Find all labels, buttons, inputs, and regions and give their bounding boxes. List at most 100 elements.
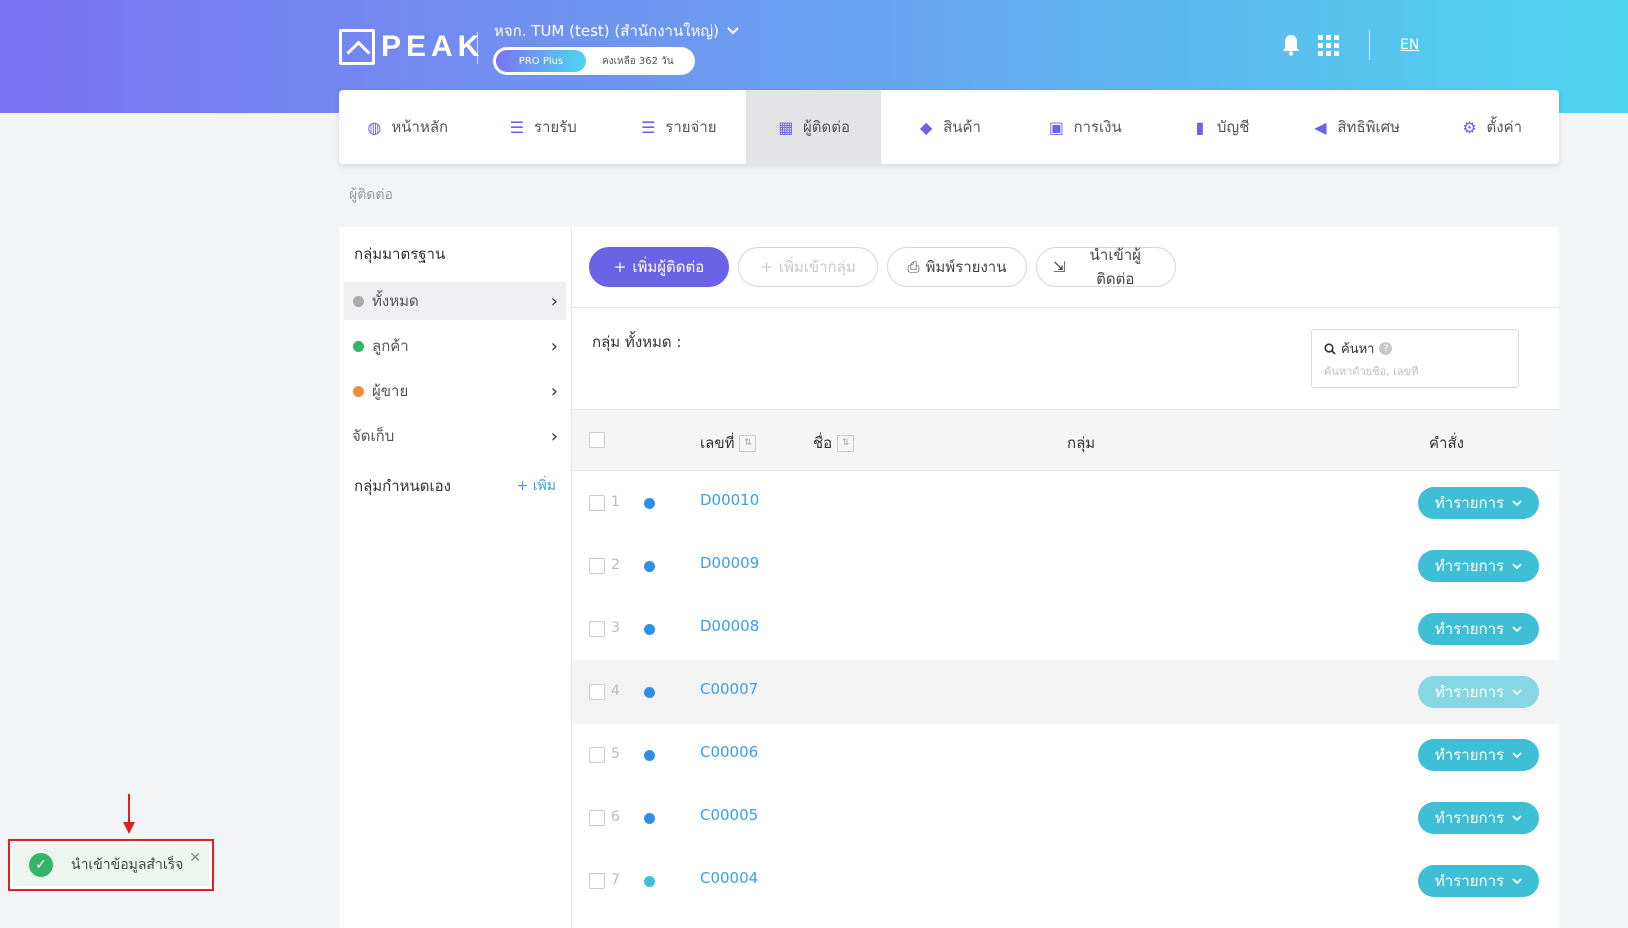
contact-code-link[interactable]: D00009 (700, 554, 759, 572)
nav-item-settings[interactable]: ⚙ ตั้งค่า (1424, 90, 1560, 164)
select-all-checkbox[interactable] (589, 432, 605, 448)
row-action-button[interactable]: ทำรายการ (1418, 739, 1539, 771)
table-row[interactable]: 6 C00005 ทำรายการ (572, 786, 1559, 850)
nav-item-accounting[interactable]: ▮ บัญชี (1152, 90, 1288, 164)
chevron-down-icon (1512, 562, 1522, 569)
table-row[interactable]: 3 D00008 ทำรายการ (572, 597, 1559, 661)
contact-code-link[interactable]: D00008 (700, 617, 759, 635)
chevron-down-icon (1512, 625, 1522, 632)
row-checkbox[interactable] (589, 810, 605, 826)
status-dot (644, 876, 655, 887)
row-checkbox[interactable] (589, 558, 605, 574)
box-icon: ◆ (919, 117, 933, 137)
row-number: 3 (611, 620, 620, 636)
sidebar-item-customers[interactable]: ลูกค้า › (344, 327, 566, 365)
plan-name: PRO Plus (496, 50, 586, 72)
search-title: ค้นหา ? (1324, 338, 1506, 359)
row-action-button[interactable]: ทำรายการ (1418, 613, 1539, 645)
apps-grid-icon[interactable] (1318, 34, 1339, 56)
column-group: กลุ่ม (1067, 434, 1096, 452)
nav-item-home[interactable]: ◍ หน้าหลัก (339, 90, 475, 164)
contact-code-link[interactable]: C00004 (700, 869, 758, 887)
add-contact-button[interactable]: + เพิ่มผู้ติดต่อ (589, 247, 729, 287)
status-dot (644, 813, 655, 824)
contacts-panel: กลุ่มมาตรฐาน ทั้งหมด › ลูกค้า › ผู้ขาย ›… (339, 227, 1559, 928)
row-action-button[interactable]: ทำรายการ (1418, 550, 1539, 582)
status-dot (644, 624, 655, 635)
row-number: 2 (611, 557, 620, 573)
company-selector[interactable]: หจก. TUM (test) (สำนักงานใหญ่) (494, 19, 739, 43)
chevron-down-icon (1512, 688, 1522, 695)
help-icon[interactable]: ? (1379, 342, 1393, 355)
close-icon[interactable]: ✕ (189, 850, 201, 866)
import-contacts-button[interactable]: ⇲ นำเข้าผู้ติดต่อ (1036, 246, 1176, 288)
sidebar-item-vendors[interactable]: ผู้ขาย › (344, 372, 566, 410)
chevron-right-icon: › (550, 290, 558, 312)
table-row[interactable]: 2 D00009 ทำรายการ (572, 534, 1559, 598)
row-checkbox[interactable] (589, 495, 605, 511)
row-action-button[interactable]: ทำรายการ (1418, 676, 1539, 708)
row-checkbox[interactable] (589, 873, 605, 889)
row-action-button[interactable]: ทำรายการ (1418, 802, 1539, 834)
contact-code-link[interactable]: C00006 (700, 743, 758, 761)
divider (572, 307, 1559, 308)
nav-item-finance[interactable]: ▣ การเงิน (1017, 90, 1153, 164)
nav-label: ตั้งค่า (1486, 118, 1523, 136)
status-dot (644, 750, 655, 761)
chart-icon: ◍ (367, 117, 382, 137)
sidebar-item-archived[interactable]: จัดเก็บ › (344, 417, 566, 455)
nav-label: การเงิน (1073, 118, 1122, 136)
button-label: ทำรายการ (1434, 746, 1505, 764)
bell-icon[interactable] (1282, 34, 1300, 56)
button-label: ทำรายการ (1434, 809, 1505, 827)
row-checkbox[interactable] (589, 684, 605, 700)
sort-icon[interactable]: ⇅ (739, 434, 757, 452)
row-action-button[interactable]: ทำรายการ (1418, 487, 1539, 519)
peak-logo[interactable]: PEAK (339, 29, 484, 65)
search-box[interactable]: ค้นหา ? (1311, 329, 1519, 388)
contact-code-link[interactable]: C00007 (700, 680, 758, 698)
row-number: 5 (611, 746, 620, 762)
nav-label: บัญชี (1216, 118, 1250, 136)
language-switch[interactable]: EN (1400, 37, 1419, 53)
print-report-button[interactable]: ⎙ พิมพ์รายงาน (887, 247, 1027, 287)
row-number: 7 (611, 872, 620, 888)
contacts-main: + เพิ่มผู้ติดต่อ + เพิ่มเข้ากลุ่ม ⎙ พิมพ… (572, 227, 1559, 928)
add-group-link[interactable]: + เพิ่ม (517, 475, 556, 497)
sidebar-item-all[interactable]: ทั้งหมด › (344, 282, 566, 320)
megaphone-icon: ◀ (1314, 117, 1327, 137)
row-action-button[interactable]: ทำรายการ (1418, 865, 1539, 897)
nav-item-contacts[interactable]: ▦ ผู้ติดต่อ (745, 90, 882, 164)
chevron-right-icon: › (550, 380, 558, 402)
nav-label: สิทธิพิเศษ (1337, 118, 1401, 136)
row-checkbox[interactable] (589, 747, 605, 763)
contact-code-link[interactable]: D00010 (700, 491, 759, 509)
nav-label: รายรับ (533, 118, 577, 136)
book-icon: ▮ (1195, 117, 1205, 137)
contact-code-link[interactable]: C00005 (700, 806, 758, 824)
sidebar-item-label: ทั้งหมด (372, 292, 419, 310)
nav-item-income[interactable]: ☰ รายรับ (475, 90, 611, 164)
table-row[interactable]: 7 C00004 ทำรายการ (572, 849, 1559, 913)
nav-item-expense[interactable]: ☰ รายจ่าย (610, 90, 746, 164)
nav-item-products[interactable]: ◆ สินค้า (881, 90, 1017, 164)
toast-message: นำเข้าข้อมูลสำเร็จ (71, 857, 184, 873)
status-dot (644, 561, 655, 572)
header-divider (477, 32, 478, 64)
column-name[interactable]: ชื่อ ⇅ (813, 431, 855, 455)
search-input[interactable] (1324, 365, 1504, 378)
plan-badge[interactable]: PRO Plus คงเหลือ 362 วัน (493, 47, 695, 75)
search-label: ค้นหา (1341, 342, 1375, 357)
add-to-group-button[interactable]: + เพิ่มเข้ากลุ่ม (738, 247, 878, 287)
table-row[interactable]: 4 C00007 ทำรายการ (572, 660, 1559, 724)
nav-item-privileges[interactable]: ◀ สิทธิพิเศษ (1288, 90, 1424, 164)
plus-icon: + (613, 258, 627, 276)
table-row[interactable]: 5 C00006 ทำรายการ (572, 723, 1559, 787)
table-row[interactable]: 1 D00010 ทำรายการ (572, 471, 1559, 535)
annotation-arrow (123, 794, 135, 834)
sort-icon[interactable]: ⇅ (837, 434, 855, 452)
row-checkbox[interactable] (589, 621, 605, 637)
button-label: ทำรายการ (1434, 683, 1505, 701)
list-icon: ☰ (509, 117, 525, 137)
column-code[interactable]: เลขที่ ⇅ (700, 431, 757, 455)
